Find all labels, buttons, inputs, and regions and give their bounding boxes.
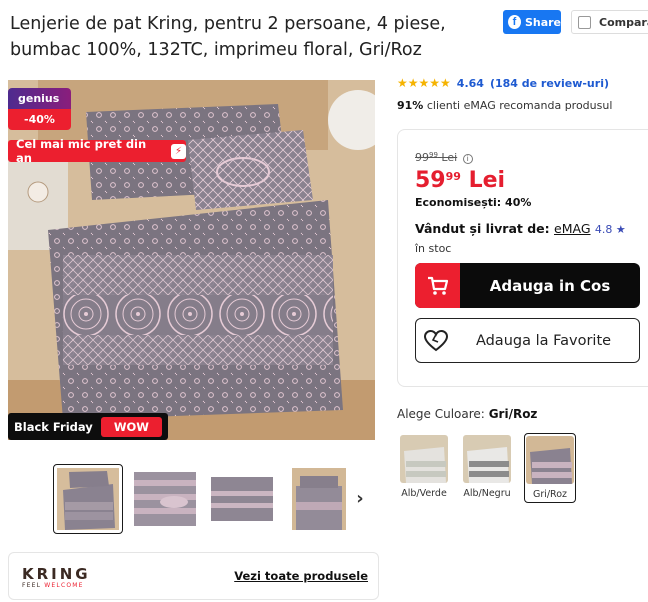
price-card: 9999 Lei i 5999 Lei Economisești: 40% Vâ… xyxy=(397,129,648,387)
swatch-name: Alb/Negru xyxy=(463,488,511,499)
genius-badge: genius -40% xyxy=(8,88,71,130)
add-to-favorites-button[interactable]: Adauga la Favorite xyxy=(415,318,640,363)
thumbnail-image xyxy=(211,477,273,521)
thumbnail-4[interactable] xyxy=(284,464,354,534)
brand-card: KRING FEEL WELCOME Vezi toate produsele xyxy=(8,552,379,600)
wow-badge: WOW xyxy=(100,416,162,437)
stock-status: în stoc xyxy=(415,242,452,255)
genius-discount: -40% xyxy=(8,109,71,130)
main-product-image[interactable] xyxy=(8,80,375,440)
thumbnail-3[interactable] xyxy=(207,464,277,534)
rating-summary[interactable]: ★★★★★ 4.64 (184 de review-uri) xyxy=(397,76,609,90)
seller-score: 4.8 ★ xyxy=(594,223,626,236)
seller-info: Vândut și livrat de: eMAG 4.8 ★ xyxy=(415,221,626,236)
color-chooser-label: Alege Culoare: Gri/Roz xyxy=(397,407,538,421)
rating-stars-icon: ★★★★★ xyxy=(397,76,451,90)
add-to-cart-button[interactable]: Adauga in Cos xyxy=(415,263,640,308)
heart-icon xyxy=(416,329,456,352)
seller-link[interactable]: eMAG xyxy=(554,221,591,236)
savings: Economisești: 40% xyxy=(415,196,532,209)
swatch-image xyxy=(400,435,448,483)
swatch-image xyxy=(463,435,511,483)
thumbnail-image xyxy=(134,472,196,526)
brand-name: KRING xyxy=(22,565,91,583)
genius-label: genius xyxy=(8,88,71,109)
lightning-icon: ⚡ xyxy=(171,143,186,159)
info-icon[interactable]: i xyxy=(462,154,473,164)
view-all-products-link[interactable]: Vezi toate produsele xyxy=(234,569,368,583)
facebook-icon: f xyxy=(508,15,521,29)
thumbnail-1[interactable] xyxy=(53,464,123,534)
thumbnail-image xyxy=(292,468,346,530)
swatch-image xyxy=(526,436,574,484)
brand-tagline: FEEL WELCOME xyxy=(22,582,84,589)
chevron-right-icon[interactable]: › xyxy=(352,488,368,509)
recommend-label: clienti eMAG recomanda produsul xyxy=(423,99,613,112)
brand-logo[interactable]: KRING FEEL WELCOME xyxy=(22,565,91,589)
thumbnail-2[interactable] xyxy=(130,464,200,534)
black-friday-text: Black Friday xyxy=(14,419,93,434)
best-price-text: Cel mai mic pret din an xyxy=(16,137,147,165)
compare-checkbox[interactable] xyxy=(578,15,591,29)
add-to-favorites-label: Adauga la Favorite xyxy=(475,332,612,349)
thumbnail-image xyxy=(57,468,119,530)
color-option-gri-roz[interactable]: Gri/Roz xyxy=(524,433,576,503)
swatch-name: Gri/Roz xyxy=(532,489,568,500)
bedding-photo xyxy=(8,80,375,440)
recommend-text: 91% clienti eMAG recomanda produsul xyxy=(397,99,612,112)
product-title: Lenjerie de pat Kring, pentru 2 persoane… xyxy=(10,14,446,60)
reviews-count[interactable]: (184 de review-uri) xyxy=(490,77,609,90)
current-price: 5999 Lei xyxy=(415,168,506,193)
compare-label: Compara xyxy=(599,15,648,29)
old-price: 9999 Lei i xyxy=(415,151,473,164)
cart-icon xyxy=(415,263,460,308)
recommend-percent: 91% xyxy=(397,99,424,112)
color-option-alb-verde[interactable]: Alb/Verde xyxy=(398,433,450,503)
color-option-alb-negru[interactable]: Alb/Negru xyxy=(461,433,513,503)
facebook-share-button[interactable]: f Share xyxy=(503,10,561,34)
rating-value[interactable]: 4.64 xyxy=(457,77,484,90)
compare-button[interactable]: Compara xyxy=(571,10,648,34)
black-friday-badge: Black Friday WOW xyxy=(8,413,168,440)
add-to-cart-label: Adauga in Cos xyxy=(489,276,611,295)
share-label: Share xyxy=(524,15,561,29)
best-price-badge: Cel mai mic pret din an ⚡ xyxy=(8,137,186,165)
swatch-name: Alb/Verde xyxy=(401,488,447,499)
